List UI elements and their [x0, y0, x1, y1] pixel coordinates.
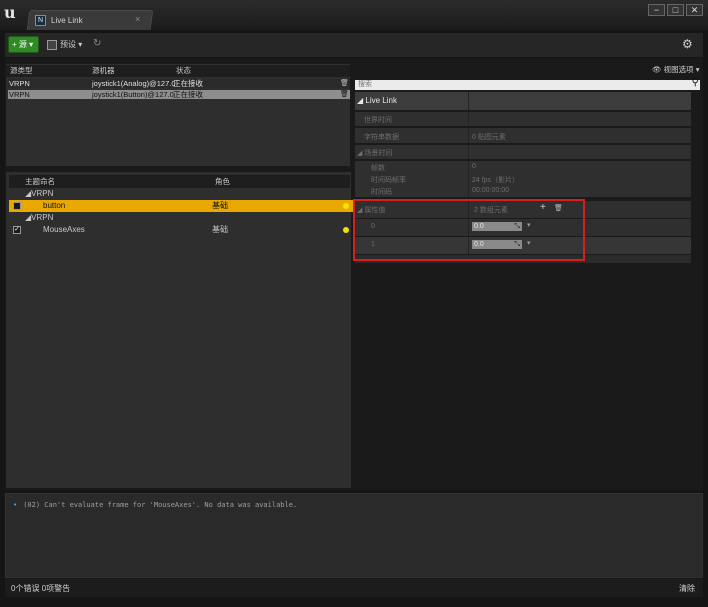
frames-label: 帧数	[371, 165, 385, 172]
string-data-row: 字符串数据 0 贴图元素	[355, 128, 691, 143]
revert-icon[interactable]: ↻	[93, 38, 101, 49]
subject-row-mouseaxes[interactable]: ✓ MouseAxes 基础	[9, 224, 353, 236]
delete-source-icon[interactable]: 🗑	[340, 90, 349, 99]
subject-enable-checkbox[interactable]: ✓	[13, 226, 21, 234]
subject-role: 基础	[212, 201, 228, 210]
subjects-panel: 主题命名 角色 ◢VRPN ✓ button 基础 ◢VRPN ✓ MouseA…	[6, 172, 353, 488]
live-link-tab-icon: N	[35, 14, 46, 26]
view-options-button[interactable]: 👁 视图选项 ▾	[652, 64, 699, 75]
source-row-button[interactable]: VRPN joystick1(Button)@127.0 正在接收 🗑	[8, 90, 350, 99]
string-data-value: 0 贴图元素	[472, 134, 506, 141]
source-status: 正在接收	[173, 79, 203, 88]
subject-group-vrpn[interactable]: ◢VRPN	[9, 212, 353, 224]
title-bar: u N Live Link × − □ ✕	[0, 0, 708, 30]
section-title: ◢ Live Link	[357, 96, 397, 105]
delete-source-icon[interactable]: 🗑	[340, 79, 349, 88]
log-text: (02) Can't evaluate frame for 'MouseAxes…	[23, 501, 298, 509]
source-machine: joystick1(Analog)@127.0	[92, 79, 176, 88]
status-indicator-icon	[343, 227, 349, 233]
status-indicator-icon	[343, 203, 349, 209]
settings-gear-icon[interactable]: ⚙	[682, 37, 693, 51]
timecode-label: 时间码	[371, 189, 392, 196]
string-data-label: 字符串数据	[364, 134, 399, 141]
toolbar: + 源 ▾ 预设 ▾ ↻ ⚙	[5, 33, 703, 57]
status-bar: 0个错误 0项警告 清除	[5, 579, 703, 597]
col-status[interactable]: 状态	[176, 65, 191, 77]
details-search-input[interactable]: 搜索 ⚲	[355, 78, 700, 90]
frame-rate-row: 时间码帧率 24 fps（影片）	[355, 173, 691, 185]
live-link-section-header[interactable]: ◢ Live Link	[355, 92, 691, 110]
source-status: 正在接收	[173, 90, 203, 99]
tab-content[interactable]: N Live Link	[35, 12, 83, 28]
close-window-button[interactable]: ✕	[686, 4, 703, 16]
subject-name: button	[43, 201, 66, 210]
timecode-row: 时间码 00:00:00:00	[355, 185, 691, 197]
subjects-header: 主题命名 角色	[9, 175, 350, 188]
window-controls: − □ ✕	[648, 4, 703, 16]
source-machine: joystick1(Button)@127.0	[92, 90, 174, 99]
search-icon[interactable]: ⚲	[692, 78, 699, 88]
source-row-analog[interactable]: VRPN joystick1(Analog)@127.0 正在接收 🗑	[8, 79, 350, 88]
source-type: VRPN	[9, 79, 30, 88]
log-bullet-icon: •	[13, 501, 18, 509]
sources-panel: 源类型 源机器 状态 VRPN joystick1(Analog)@127.0 …	[6, 64, 350, 166]
col-role[interactable]: 角色	[215, 175, 230, 188]
sources-header: 源类型 源机器 状态	[6, 65, 350, 77]
scene-time-row[interactable]: ◢ 场景时间	[355, 145, 691, 159]
frame-rate-label: 时间码帧率	[371, 177, 406, 184]
subject-role: 基础	[212, 225, 228, 234]
presets-label: 预设 ▾	[60, 40, 83, 49]
scene-time-label: ◢ 场景时间	[357, 150, 393, 157]
source-type: VRPN	[9, 90, 30, 99]
subject-name: MouseAxes	[43, 225, 85, 234]
frame-rate-value: 24 fps（影片）	[472, 177, 520, 184]
world-time-row: 世界时间	[355, 112, 691, 126]
subject-row-button[interactable]: ✓ button 基础	[9, 200, 353, 212]
timecode-value: 00:00:00:00	[472, 187, 509, 194]
log-message: • (02) Can't evaluate frame for 'MouseAxe…	[13, 501, 297, 509]
error-warning-count: 0个错误 0项警告	[11, 584, 71, 593]
subject-enable-checkbox[interactable]: ✓	[13, 202, 21, 210]
tab-title: Live Link	[51, 15, 83, 25]
preset-icon	[47, 39, 57, 50]
group-label: ◢VRPN	[25, 213, 54, 222]
col-subject-name[interactable]: 主题命名	[25, 175, 55, 188]
clear-log-button[interactable]: 清除	[679, 583, 695, 594]
highlight-box	[353, 199, 585, 261]
subject-group-vrpn[interactable]: ◢VRPN	[9, 188, 353, 200]
search-placeholder: 搜索	[358, 81, 372, 88]
minimize-button[interactable]: −	[648, 4, 665, 16]
add-source-button[interactable]: + 源 ▾	[8, 36, 39, 53]
col-source-machine[interactable]: 源机器	[92, 65, 115, 77]
presets-button[interactable]: 预设 ▾	[47, 39, 82, 50]
world-time-label: 世界时间	[364, 117, 392, 124]
group-label: ◢VRPN	[25, 189, 54, 198]
frames-value: 0	[472, 163, 476, 170]
tab-close-icon[interactable]: ×	[135, 14, 140, 24]
unreal-logo: u	[4, 3, 16, 22]
col-source-type[interactable]: 源类型	[10, 65, 33, 77]
frames-row: 帧数 0	[355, 161, 691, 173]
maximize-button[interactable]: □	[667, 4, 684, 16]
message-log: • (02) Can't evaluate frame for 'MouseAxe…	[5, 493, 703, 578]
